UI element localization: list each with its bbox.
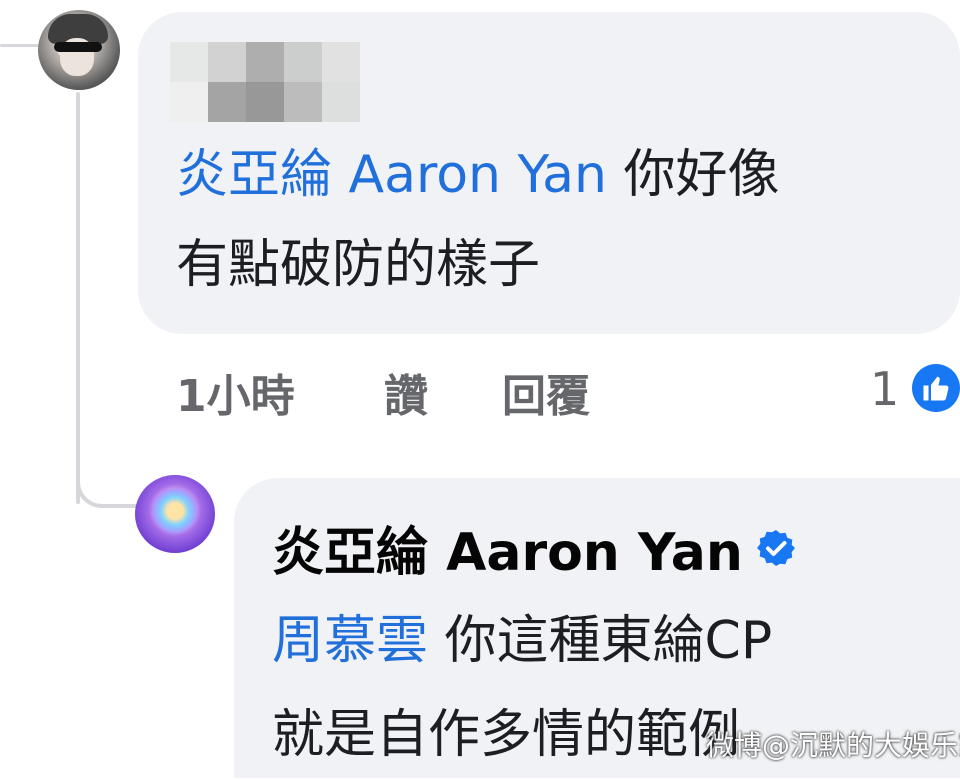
comment-text: 你好像 — [623, 145, 780, 205]
like-button[interactable]: 讚 — [384, 360, 428, 424]
reaction-count[interactable]: 1 — [870, 362, 899, 416]
comment-text-line: 有點破防的樣子 — [176, 235, 541, 295]
reply-text-line: 就是自作多情的範例 — [272, 705, 741, 765]
reply-text-line: 周慕雲 你這種東綸CP — [272, 596, 772, 686]
reply-author-name[interactable]: 炎亞綸 Aaron Yan — [272, 510, 743, 585]
reply-text: 你這種東綸CP — [444, 611, 773, 671]
mention-link[interactable]: 周慕雲 — [272, 611, 428, 671]
thread-connector-elbow — [76, 440, 138, 508]
blurred-author-name — [170, 42, 360, 122]
comment-timestamp[interactable]: 1小時 — [176, 360, 295, 424]
author-avatar[interactable] — [135, 475, 215, 553]
watermark: 微博@沉默的大娛乐家 — [706, 729, 960, 762]
thumbs-up-icon[interactable] — [912, 364, 960, 412]
comment-text-line: 炎亞綸 Aaron Yan 你好像 — [176, 130, 779, 220]
reply-button[interactable]: 回覆 — [502, 360, 590, 424]
commenter-avatar[interactable] — [38, 10, 120, 90]
avatar-figure — [153, 489, 197, 533]
avatar-glasses — [54, 42, 102, 52]
mention-link[interactable]: 炎亞綸 Aaron Yan — [176, 145, 607, 205]
thread-connector-top — [0, 44, 40, 47]
verified-badge-icon — [756, 528, 796, 568]
